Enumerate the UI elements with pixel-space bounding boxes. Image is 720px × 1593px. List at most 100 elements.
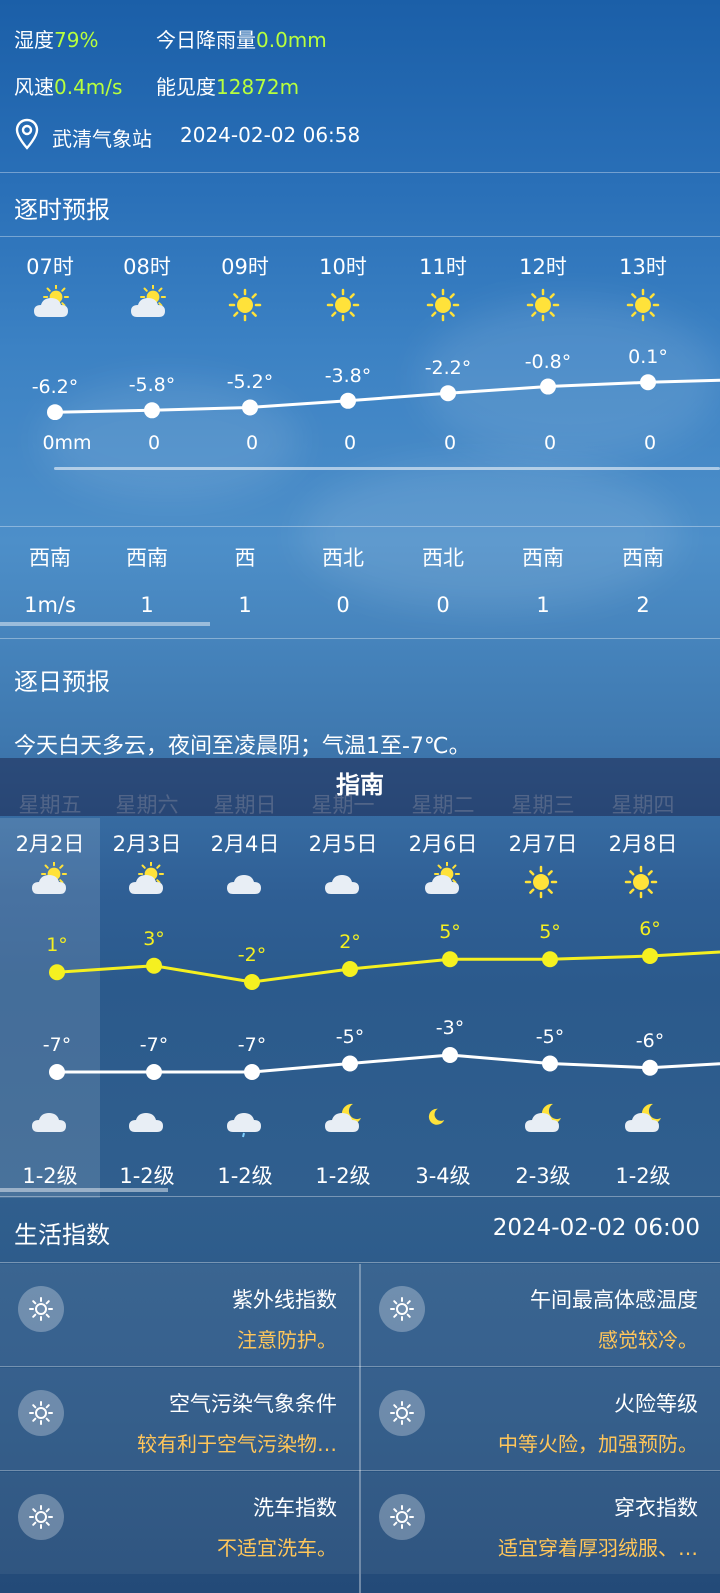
daily-wind-level: 1-2级 <box>615 1164 671 1188</box>
daily-high-point <box>342 961 358 977</box>
life-index-card[interactable]: 洗车指数 不适宜洗车。 <box>0 1472 359 1574</box>
life-index-value: 不适宜洗车。 <box>217 1536 337 1560</box>
station-name[interactable]: 武清气象站 <box>52 123 152 152</box>
partly-cloudy-icon <box>127 284 167 329</box>
daily-wind-level: 1-2级 <box>217 1164 273 1188</box>
humidity-row: 湿度79% <box>14 24 98 53</box>
visibility-label: 能见度 <box>156 75 216 99</box>
sun-icon <box>623 285 663 329</box>
life-index-title: 生活指数 <box>14 1221 110 1249</box>
sun-icon <box>523 285 563 329</box>
life-index-value: 注意防护。 <box>237 1328 337 1352</box>
life-index-title: 紫外线指数 <box>232 1288 337 1312</box>
life-index-title: 午间最高体感温度 <box>530 1288 698 1312</box>
daily-low-point <box>244 1064 260 1080</box>
cloud-icon <box>223 862 263 906</box>
hourly-rain: 0 <box>643 432 657 454</box>
cloud-moon-icon <box>621 1100 661 1144</box>
sun-icon <box>379 1390 425 1436</box>
life-index-title: 穿衣指数 <box>614 1496 698 1520</box>
hour-label: 09时 <box>221 255 269 279</box>
date-label: 2月3日 <box>112 832 182 856</box>
daily-scroll-indicator[interactable] <box>0 1188 168 1192</box>
wind-speed: 0 <box>436 593 450 617</box>
cloud-icon <box>321 862 361 906</box>
location-pin-icon <box>14 118 40 150</box>
rain-row: 今日降雨量0.0mm <box>156 24 327 53</box>
sun-icon <box>225 285 265 329</box>
wind-direction: 西 <box>234 546 256 570</box>
life-index-title: 火险等级 <box>614 1392 698 1416</box>
wind-direction: 西北 <box>422 546 464 570</box>
divider <box>359 1264 361 1593</box>
wind-direction: 西南 <box>126 546 168 570</box>
daily-high-point <box>49 964 65 981</box>
hour-label: 10时 <box>319 255 367 279</box>
sun-icon <box>379 1494 425 1540</box>
date-label: 2月4日 <box>210 832 280 856</box>
hour-label: 11时 <box>419 255 467 279</box>
life-index-card[interactable]: 穿衣指数 适宜穿着厚羽绒服、… <box>361 1472 720 1574</box>
sun-icon <box>521 862 561 906</box>
wind-direction: 西南 <box>522 546 564 570</box>
wind-direction: 西南 <box>29 546 71 570</box>
wind-speed: 0 <box>336 593 350 617</box>
hourly-rain: 0 <box>245 432 259 454</box>
hourly-temp-point <box>340 392 356 409</box>
date-label: 2月5日 <box>308 832 378 856</box>
observation-time: 2024-02-02 06:58 <box>180 123 361 147</box>
hourly-scrollbar[interactable] <box>54 467 720 470</box>
sun-icon <box>621 862 661 906</box>
hourly-temp-point <box>242 399 258 416</box>
partly-cloudy-icon <box>421 861 461 906</box>
daily-wind-level: 1-2级 <box>315 1164 371 1188</box>
rain-label: 今日降雨量 <box>156 28 256 52</box>
life-index-card[interactable]: 火险等级 中等火险，加强预防。 <box>361 1368 720 1470</box>
life-index-title: 洗车指数 <box>253 1496 337 1520</box>
partly-cloudy-icon <box>125 861 165 906</box>
daily-low-point <box>542 1055 558 1072</box>
daily-low-point <box>442 1047 458 1063</box>
daily-summary: 今天白天多云，夜间至凌晨阴；气温1至-7℃。 <box>14 734 471 759</box>
divider <box>0 1262 720 1263</box>
hourly-section-title: 逐时预报 <box>14 196 110 224</box>
life-index-value: 适宜穿着厚羽绒服、… <box>498 1536 698 1560</box>
wind-value: 0.4m/s <box>54 75 123 99</box>
daily-high-point <box>642 948 658 964</box>
background-cloud <box>300 460 680 610</box>
hourly-temp-point <box>47 404 63 420</box>
cloud-icon <box>125 1100 165 1144</box>
overlay-title: 指南 <box>336 771 384 799</box>
hourly-rain: 0 <box>343 432 357 454</box>
daily-high-point <box>146 957 162 974</box>
wind-scroll-indicator[interactable] <box>0 622 210 626</box>
daily-wind-level: 1-2级 <box>119 1164 175 1188</box>
daily-temperature-chart <box>49 948 720 1080</box>
life-index-value: 感觉较冷。 <box>598 1328 698 1352</box>
life-index-value: 中等火险，加强预防。 <box>498 1432 698 1456</box>
life-index-card[interactable]: 紫外线指数 注意防护。 <box>0 1264 359 1366</box>
hourly-temp-point <box>540 378 556 395</box>
daily-low-point <box>642 1059 658 1076</box>
daily-low-point <box>146 1064 162 1080</box>
life-index-time: 2024-02-02 06:00 <box>492 1215 700 1241</box>
divider <box>0 236 720 237</box>
daily-high-point <box>542 951 558 968</box>
wind-label: 风速 <box>14 75 54 99</box>
life-index-card[interactable]: 空气污染气象条件 较有利于空气污染物… <box>0 1368 359 1470</box>
life-index-title: 空气污染气象条件 <box>169 1392 337 1416</box>
cloud-moon-icon <box>321 1100 361 1144</box>
cloud-moon-icon <box>521 1100 561 1144</box>
partly-cloudy-icon <box>28 861 68 906</box>
life-index-card[interactable]: 午间最高体感温度 感觉较冷。 <box>361 1264 720 1366</box>
hourly-rain: 0mm <box>42 432 92 454</box>
hour-label: 07时 <box>26 255 74 279</box>
hour-label: 12时 <box>519 255 567 279</box>
daily-section-title: 逐日预报 <box>14 668 110 696</box>
daily-high-point <box>244 974 260 990</box>
divider <box>0 638 720 639</box>
overlay-title-bar: 指南 <box>0 758 720 816</box>
sun-icon <box>18 1286 64 1332</box>
daily-low-point <box>49 1064 65 1080</box>
hourly-rain: 0 <box>443 432 457 454</box>
